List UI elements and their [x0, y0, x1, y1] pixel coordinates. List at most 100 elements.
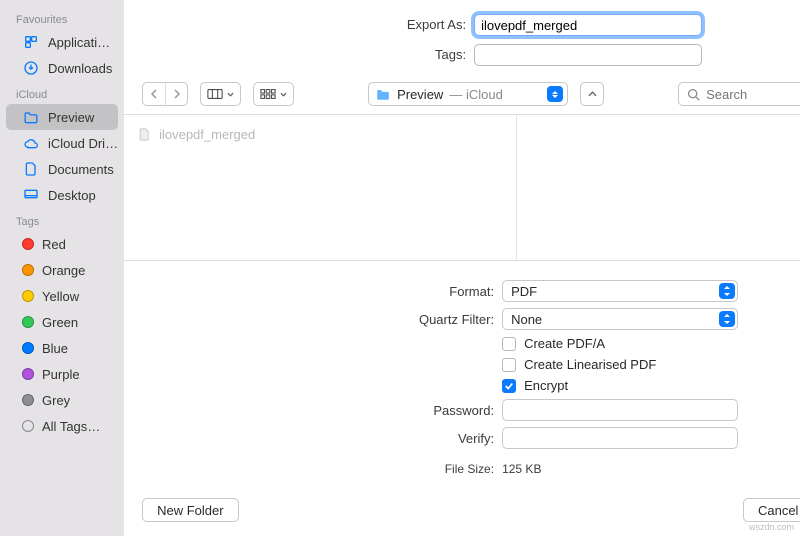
sidebar-item-label: Applicati…	[48, 35, 118, 50]
location-folder-name: Preview	[397, 87, 443, 102]
format-value: PDF	[511, 284, 537, 299]
file-browser: ilovepdf_merged	[124, 114, 800, 261]
collapse-button[interactable]	[580, 82, 604, 106]
tag-dot-icon	[22, 368, 34, 380]
tag-dot-icon	[22, 264, 34, 276]
toolbar: Preview — iCloud	[124, 78, 800, 114]
filesize-label: File Size:	[124, 462, 502, 476]
sidebar-item-label: Grey	[42, 393, 118, 408]
sidebar-item-documents[interactable]: Documents	[6, 156, 118, 182]
tag-outline-icon	[22, 420, 34, 432]
view-columns-button[interactable]	[200, 82, 241, 106]
sidebar-all-tags[interactable]: All Tags…	[6, 413, 118, 439]
quartz-filter-value: None	[511, 312, 542, 327]
tags-input[interactable]	[474, 44, 702, 66]
tag-dot-icon	[22, 316, 34, 328]
sidebar-item-label: Green	[42, 315, 118, 330]
sidebar-item-label: Documents	[48, 162, 118, 177]
verify-input[interactable]	[502, 427, 738, 449]
location-subtitle: — iCloud	[449, 87, 502, 102]
sidebar-item-label: All Tags…	[42, 419, 118, 434]
sidebar-tag-green[interactable]: Green	[6, 309, 118, 335]
tag-dot-icon	[22, 342, 34, 354]
create-linearised-label: Create Linearised PDF	[524, 357, 656, 372]
file-name: ilovepdf_merged	[159, 127, 255, 142]
folder-icon	[375, 88, 391, 101]
chevron-right-icon	[173, 89, 181, 99]
sidebar-item-label: Blue	[42, 341, 118, 356]
desktop-icon	[22, 188, 40, 202]
location-popup[interactable]: Preview — iCloud	[368, 82, 568, 106]
file-row[interactable]: ilovepdf_merged	[124, 123, 516, 146]
tags-label: Tags:	[124, 44, 474, 66]
quartz-filter-label: Quartz Filter:	[124, 312, 502, 327]
encrypt-checkbox[interactable]	[502, 379, 516, 393]
options-panel: Format: PDF Quartz Filter: None Create P…	[124, 261, 800, 488]
create-pdfa-checkbox[interactable]	[502, 337, 516, 351]
tag-dot-icon	[22, 394, 34, 406]
sidebar-item-downloads[interactable]: Downloads	[6, 55, 118, 81]
cancel-button[interactable]: Cancel	[743, 498, 800, 522]
document-icon	[138, 127, 151, 142]
sidebar-item-preview[interactable]: Preview	[6, 104, 118, 130]
sidebar-item-label: Downloads	[48, 61, 118, 76]
sidebar-item-label: Preview	[48, 110, 118, 125]
new-folder-button[interactable]: New Folder	[142, 498, 238, 522]
nav-back-button[interactable]	[143, 83, 165, 105]
sidebar-section-icloud: iCloud	[0, 81, 124, 104]
chevron-down-icon	[280, 92, 287, 97]
cloud-icon	[22, 137, 40, 149]
quartz-filter-select[interactable]: None	[502, 308, 738, 330]
encrypt-label: Encrypt	[524, 378, 568, 393]
password-input[interactable]	[502, 399, 738, 421]
sidebar-tag-red[interactable]: Red	[6, 231, 118, 257]
document-icon	[22, 161, 40, 177]
tag-dot-icon	[22, 238, 34, 250]
create-linearised-checkbox[interactable]	[502, 358, 516, 372]
applications-icon	[22, 34, 40, 50]
nav-back-forward	[142, 82, 188, 106]
sidebar-item-label: Desktop	[48, 188, 118, 203]
sidebar-section-tags: Tags	[0, 208, 124, 231]
sidebar-tag-grey[interactable]: Grey	[6, 387, 118, 413]
tag-dot-icon	[22, 290, 34, 302]
sidebar-item-label: Orange	[42, 263, 118, 278]
top-fields: Export As: Tags:	[124, 0, 800, 78]
grid-icon	[260, 88, 276, 100]
sidebar-tag-yellow[interactable]: Yellow	[6, 283, 118, 309]
chevron-up-icon	[588, 91, 597, 97]
sidebar-tag-blue[interactable]: Blue	[6, 335, 118, 361]
sidebar-item-label: Red	[42, 237, 118, 252]
export-as-input[interactable]	[474, 14, 702, 36]
format-select[interactable]: PDF	[502, 280, 738, 302]
watermark: wszdn.com	[749, 522, 794, 532]
downloads-icon	[22, 60, 40, 76]
columns-icon	[207, 88, 223, 100]
stepper-icon	[719, 311, 735, 327]
folder-icon	[22, 111, 40, 124]
chevron-left-icon	[150, 89, 158, 99]
main-panel: Export As: Tags:	[124, 0, 800, 536]
sidebar-item-applications[interactable]: Applicati…	[6, 29, 118, 55]
search-field[interactable]	[678, 82, 800, 106]
export-as-label: Export As:	[124, 14, 474, 36]
create-pdfa-label: Create PDF/A	[524, 336, 605, 351]
browser-column-2[interactable]	[517, 115, 800, 260]
chevron-down-icon	[227, 92, 234, 97]
browser-column-1[interactable]: ilovepdf_merged	[124, 115, 517, 260]
filesize-value: 125 KB	[502, 462, 541, 476]
password-label: Password:	[124, 403, 502, 418]
stepper-icon	[547, 86, 563, 102]
group-by-button[interactable]	[253, 82, 294, 106]
sidebar-tag-orange[interactable]: Orange	[6, 257, 118, 283]
search-icon	[687, 88, 700, 101]
sidebar-item-icloud-drive[interactable]: iCloud Dri…	[6, 130, 118, 156]
nav-forward-button[interactable]	[165, 83, 187, 105]
sidebar-tag-purple[interactable]: Purple	[6, 361, 118, 387]
footer: New Folder Cancel Save	[124, 488, 800, 536]
sidebar-item-desktop[interactable]: Desktop	[6, 182, 118, 208]
sidebar-item-label: Purple	[42, 367, 118, 382]
sidebar-item-label: Yellow	[42, 289, 118, 304]
search-input[interactable]	[706, 87, 800, 102]
sidebar-item-label: iCloud Dri…	[48, 136, 118, 151]
